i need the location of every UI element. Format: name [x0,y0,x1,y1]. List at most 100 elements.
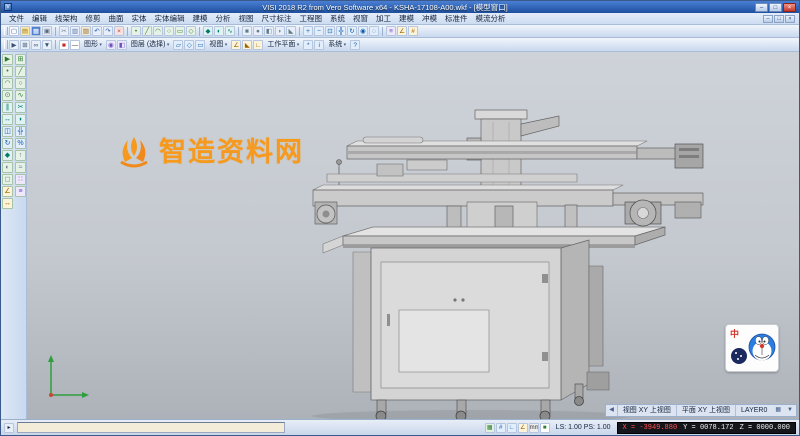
solid-cylinder-icon[interactable]: ● [253,26,263,36]
menu-progress-die[interactable]: 冲模 [418,13,441,24]
toolbar-icon[interactable] [382,27,383,36]
layer-lock-icon[interactable]: ◧ [117,40,127,50]
cut-icon[interactable]: ✂ [59,26,69,36]
workplane-align-icon[interactable]: ◣ [242,40,252,50]
command-input[interactable] [17,422,285,433]
menu-system[interactable]: 系统 [326,13,349,24]
undo-icon[interactable]: ↶ [92,26,102,36]
save-icon[interactable]: ▦ [31,26,41,36]
machine-model[interactable] [27,52,799,419]
sb-revolve-icon[interactable]: ◐ [2,162,13,173]
sb-spline-icon[interactable]: ∿ [15,90,26,101]
menu-dimension[interactable]: 尺寸标注 [258,13,296,24]
sb-box-select-icon[interactable]: ⊞ [15,54,26,65]
dock-collapse-button[interactable]: ◀ [606,405,617,416]
help-icon[interactable]: ? [350,40,360,50]
toolbar-icon[interactable] [299,27,300,36]
toolbar-icon[interactable] [238,27,239,36]
layer-status[interactable]: LAYER0 [735,405,772,416]
select-window-icon[interactable]: ⊞ [20,40,30,50]
linetype-icon[interactable]: — [70,40,80,50]
close-button[interactable]: × [783,3,796,12]
pan-icon[interactable]: ╬ [336,26,346,36]
select-icon[interactable]: ▶ [9,40,19,50]
new-file-icon[interactable]: ▢ [9,26,19,36]
wireframe-view-icon[interactable]: ◌ [369,26,379,36]
selection-filter-icon[interactable]: ▼ [42,40,52,50]
color-swatch-icon[interactable]: ■ [59,40,69,50]
sb-offset-icon[interactable]: ∥ [2,102,13,113]
maximize-button[interactable]: □ [769,3,782,12]
toolbar-icon[interactable] [55,27,56,36]
sb-rotate-icon[interactable]: ↻ [2,138,13,149]
menu-view[interactable]: 视图 [235,13,258,24]
polygon-icon[interactable]: ◇ [186,26,196,36]
shaded-view-icon[interactable]: ◉ [358,26,368,36]
sb-pattern-icon[interactable]: ∷ [15,174,26,185]
sweep-surface-icon[interactable]: ∿ [225,26,235,36]
toolbar-group-layers[interactable]: 图层 (选择) [128,39,173,51]
menu-trim[interactable]: 修剪 [82,13,105,24]
toolbar-icon[interactable] [199,27,200,36]
workplane-xy-icon[interactable]: ∠ [231,40,241,50]
redo-icon[interactable]: ↷ [103,26,113,36]
line-icon[interactable]: ╱ [142,26,152,36]
open-file-icon[interactable]: ▤ [20,26,30,36]
grid-toggle-icon[interactable]: # [496,423,506,433]
view-iso-icon[interactable]: ◇ [184,40,194,50]
menu-standard-parts[interactable]: 标准件 [441,13,472,24]
toolbar-group-workplane[interactable]: 工作平面 [264,39,302,51]
menu-window[interactable]: 视窗 [349,13,372,24]
ortho-toggle-icon[interactable]: ∟ [507,423,517,433]
layer-color-indicator-icon[interactable]: ■ [540,423,550,433]
toolbar-group-system[interactable]: 系统 [325,39,349,51]
print-icon[interactable]: ▣ [42,26,52,36]
viewport-3d[interactable]: 智造资料网 中 [27,52,799,419]
minimize-button[interactable]: – [755,3,768,12]
rectangle-icon[interactable]: ▭ [175,26,185,36]
sb-fillet-icon[interactable]: ◗ [15,114,26,125]
menu-mould-modeling[interactable]: 建模 [395,13,418,24]
sb-dimension-icon[interactable]: ↔ [2,198,13,209]
workplane-origin-icon[interactable]: ∟ [253,40,263,50]
sb-ellipse-icon[interactable]: ⊙ [2,90,13,101]
menu-solid-edit[interactable]: 实体编辑 [151,13,189,24]
paste-icon[interactable]: ▨ [81,26,91,36]
sb-trim-icon[interactable]: ✂ [15,102,26,113]
revolve-surface-icon[interactable]: ◐ [214,26,224,36]
sb-line-icon[interactable]: ╱ [15,66,26,77]
sb-extend-icon[interactable]: ↔ [2,114,13,125]
sb-scale-icon[interactable]: % [15,138,26,149]
zoom-out-icon[interactable]: − [314,26,324,36]
zoom-fit-icon[interactable]: ⊡ [325,26,335,36]
select-chain-icon[interactable]: ∞ [31,40,41,50]
wcs-toggle-icon[interactable]: ∠ [518,423,528,433]
sb-surface-icon[interactable]: ◆ [2,150,13,161]
menu-surface[interactable]: 曲面 [105,13,128,24]
sb-shell-icon[interactable]: ◻ [2,174,13,185]
sb-select-icon[interactable]: ▶ [2,54,13,65]
dock-expand-icon[interactable]: ▼ [784,405,796,416]
menu-analysis[interactable]: 分析 [212,13,235,24]
sb-mirror-icon[interactable]: ◫ [2,126,13,137]
menu-solid[interactable]: 实体 [128,13,151,24]
mdi-close-button[interactable]: × [785,15,795,23]
toolbar-icon[interactable] [55,40,56,49]
mdi-restore-button[interactable]: □ [774,15,784,23]
sb-measure-icon[interactable]: ∠ [2,186,13,197]
menu-cam[interactable]: 加工 [372,13,395,24]
layers-icon[interactable]: ≡ [386,26,396,36]
delete-icon[interactable]: × [114,26,124,36]
sb-arc-icon[interactable]: ◠ [2,78,13,89]
mdi-minimize-button[interactable]: – [763,15,773,23]
sb-sweep-icon[interactable]: ≈ [15,162,26,173]
chamfer-icon[interactable]: ◣ [286,26,296,36]
grid-icon[interactable]: # [408,26,418,36]
point-icon[interactable]: • [131,26,141,36]
boolean-icon[interactable]: ◧ [264,26,274,36]
zoom-in-icon[interactable]: + [303,26,313,36]
system-info-icon[interactable]: i [314,40,324,50]
wcs-icon[interactable]: ∠ [397,26,407,36]
menu-drafting[interactable]: 工程图 [296,13,327,24]
sb-move-icon[interactable]: ╬ [15,126,26,137]
